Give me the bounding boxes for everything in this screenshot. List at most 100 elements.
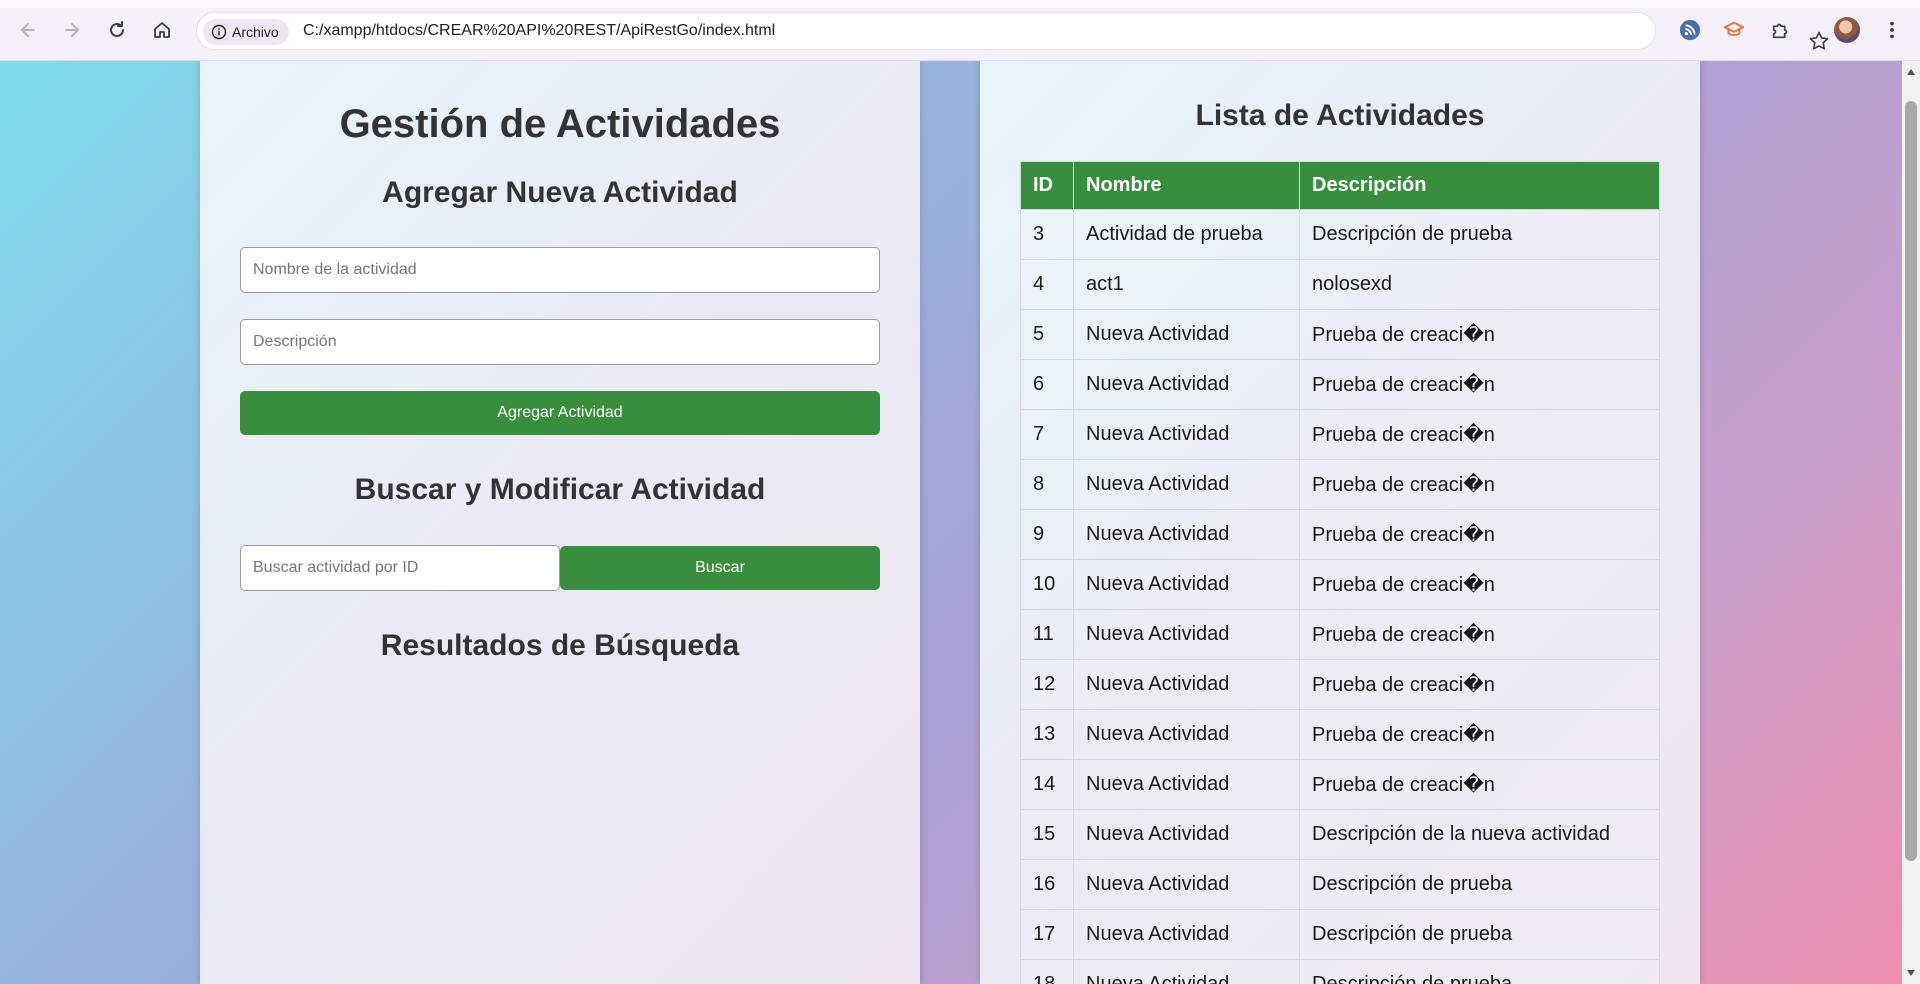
page-scrollbar[interactable] <box>1902 61 1920 984</box>
table-row: 10 Nueva Actividad Prueba de creaci�n <box>1020 559 1660 610</box>
column-header-description: Descripción <box>1299 161 1660 210</box>
home-button[interactable] <box>146 14 178 46</box>
site-info-chip[interactable]: Archivo <box>203 19 289 45</box>
activity-management-panel: Gestión de Actividades Agregar Nueva Act… <box>200 61 920 984</box>
cell-id: 8 <box>1020 459 1074 510</box>
table-row: 9 Nueva Actividad Prueba de creaci�n <box>1020 509 1660 560</box>
cell-name: Nueva Actividad <box>1073 959 1300 984</box>
cell-name: Nueva Actividad <box>1073 759 1300 810</box>
activities-table: ID Nombre Descripción 3 Actividad de prue… <box>1020 161 1660 984</box>
cell-name: Nueva Actividad <box>1073 459 1300 510</box>
cell-name: Nueva Actividad <box>1073 859 1300 910</box>
cell-id: 3 <box>1020 209 1074 260</box>
cell-id: 4 <box>1020 259 1074 310</box>
column-header-id: ID <box>1020 161 1074 210</box>
browser-toolbar: Archivo C:/xampp/htdocs/CREAR%20API%20RE… <box>0 0 1920 61</box>
cell-name: Nueva Actividad <box>1073 559 1300 610</box>
star-icon[interactable] <box>1808 30 1830 52</box>
cell-description: Prueba de creaci�n <box>1299 709 1660 760</box>
table-row: 8 Nueva Actividad Prueba de creaci�n <box>1020 459 1660 510</box>
tab-strip <box>0 0 1920 8</box>
extension-rss-button[interactable] <box>1678 18 1702 42</box>
cell-name: Nueva Actividad <box>1073 309 1300 360</box>
cell-description: Descripción de prueba <box>1299 909 1660 960</box>
cell-description: Descripción de prueba <box>1299 959 1660 984</box>
cell-description: Descripción de prueba <box>1299 209 1660 260</box>
page-title: Gestión de Actividades <box>339 102 781 146</box>
table-row: 3 Actividad de prueba Descripción de prueb… <box>1020 209 1660 260</box>
kebab-menu-icon <box>1890 21 1894 39</box>
cell-id: 9 <box>1020 509 1074 560</box>
home-icon <box>154 22 170 38</box>
table-row: 17 Nueva Actividad Descripción de prueba <box>1020 909 1660 960</box>
table-row: 18 Nueva Actividad Descripción de prueba <box>1020 959 1660 984</box>
activity-list-heading: Lista de Actividades <box>1195 99 1485 132</box>
back-button[interactable] <box>12 14 44 46</box>
activity-name-input[interactable] <box>240 247 880 293</box>
table-row: 4 act1 nolosexd <box>1020 259 1660 310</box>
forward-button[interactable] <box>56 14 88 46</box>
address-bar[interactable]: Archivo C:/xampp/htdocs/CREAR%20API%20RE… <box>196 12 1829 50</box>
cell-id: 11 <box>1020 609 1074 660</box>
graduation-cap-icon <box>1723 21 1745 36</box>
cell-description: Prueba de creaci�n <box>1299 509 1660 560</box>
search-results-heading: Resultados de Búsqueda <box>380 629 740 662</box>
profile-avatar[interactable] <box>1834 17 1860 43</box>
reload-icon <box>110 21 124 37</box>
table-row: 6 Nueva Actividad Prueba de creaci�n <box>1020 359 1660 410</box>
cell-description: Prueba de creaci�n <box>1299 359 1660 410</box>
table-row: 7 Nueva Actividad Prueba de creaci�n <box>1020 409 1660 460</box>
cell-name: Nueva Actividad <box>1073 409 1300 460</box>
cell-id: 16 <box>1020 859 1074 910</box>
cell-id: 12 <box>1020 659 1074 710</box>
cell-description: Prueba de creaci�n <box>1299 459 1660 510</box>
table-row: 14 Nueva Actividad Prueba de creaci�n <box>1020 759 1660 810</box>
table-row: 5 Nueva Actividad Prueba de creaci�n <box>1020 309 1660 360</box>
table-header-row: ID Nombre Descripción <box>1020 161 1660 210</box>
cell-id: 10 <box>1020 559 1074 610</box>
arrow-left-icon <box>21 23 35 37</box>
add-activity-button[interactable]: Agregar Actividad <box>240 391 880 435</box>
url-text[interactable]: C:/xampp/htdocs/CREAR%20API%20REST/ApiRe… <box>303 22 775 40</box>
arrow-right-icon <box>65 23 79 37</box>
cell-description: Prueba de creaci�n <box>1299 759 1660 810</box>
cell-description: Prueba de creaci�n <box>1299 309 1660 360</box>
search-id-input[interactable] <box>240 545 560 591</box>
scroll-down-arrow[interactable] <box>1907 970 1915 976</box>
cell-description: nolosexd <box>1299 259 1660 310</box>
table-row: 13 Nueva Actividad Prueba de creaci�n <box>1020 709 1660 760</box>
table-body: 3 Actividad de prueba Descripción de prueb… <box>1020 209 1660 984</box>
activity-description-input[interactable] <box>240 319 880 365</box>
cell-name: Nueva Actividad <box>1073 909 1300 960</box>
cell-name: act1 <box>1073 259 1300 310</box>
cell-id: 7 <box>1020 409 1074 460</box>
scrollbar-thumb[interactable] <box>1905 101 1917 861</box>
cell-name: Actividad de prueba <box>1073 209 1300 260</box>
table-row: 16 Nueva Actividad Descripción de prueba <box>1020 859 1660 910</box>
reload-button[interactable] <box>101 14 133 46</box>
cell-name: Nueva Actividad <box>1073 359 1300 410</box>
cell-id: 6 <box>1020 359 1074 410</box>
info-icon <box>211 24 227 40</box>
page-viewport: Gestión de Actividades Agregar Nueva Act… <box>0 61 1902 984</box>
extension-cap-button[interactable] <box>1722 18 1746 42</box>
cell-description: Prueba de creaci�n <box>1299 559 1660 610</box>
cell-id: 18 <box>1020 959 1074 984</box>
cell-description: Prueba de creaci�n <box>1299 609 1660 660</box>
cell-name: Nueva Actividad <box>1073 659 1300 710</box>
cell-id: 5 <box>1020 309 1074 360</box>
cell-id: 13 <box>1020 709 1074 760</box>
extensions-button[interactable] <box>1769 18 1793 42</box>
search-button[interactable]: Buscar <box>560 546 880 590</box>
table-row: 12 Nueva Actividad Prueba de creaci�n <box>1020 659 1660 710</box>
cell-id: 15 <box>1020 809 1074 860</box>
scroll-up-arrow[interactable] <box>1907 69 1915 75</box>
cell-name: Nueva Actividad <box>1073 709 1300 760</box>
cell-description: Prueba de creaci�n <box>1299 409 1660 460</box>
site-info-label: Archivo <box>232 24 279 40</box>
browser-menu-button[interactable] <box>1880 18 1904 42</box>
add-activity-heading: Agregar Nueva Actividad <box>382 176 738 209</box>
puzzle-icon <box>1772 23 1788 39</box>
activity-list-panel: Lista de Actividades ID Nombre Descripci… <box>980 61 1700 984</box>
cell-name: Nueva Actividad <box>1073 509 1300 560</box>
